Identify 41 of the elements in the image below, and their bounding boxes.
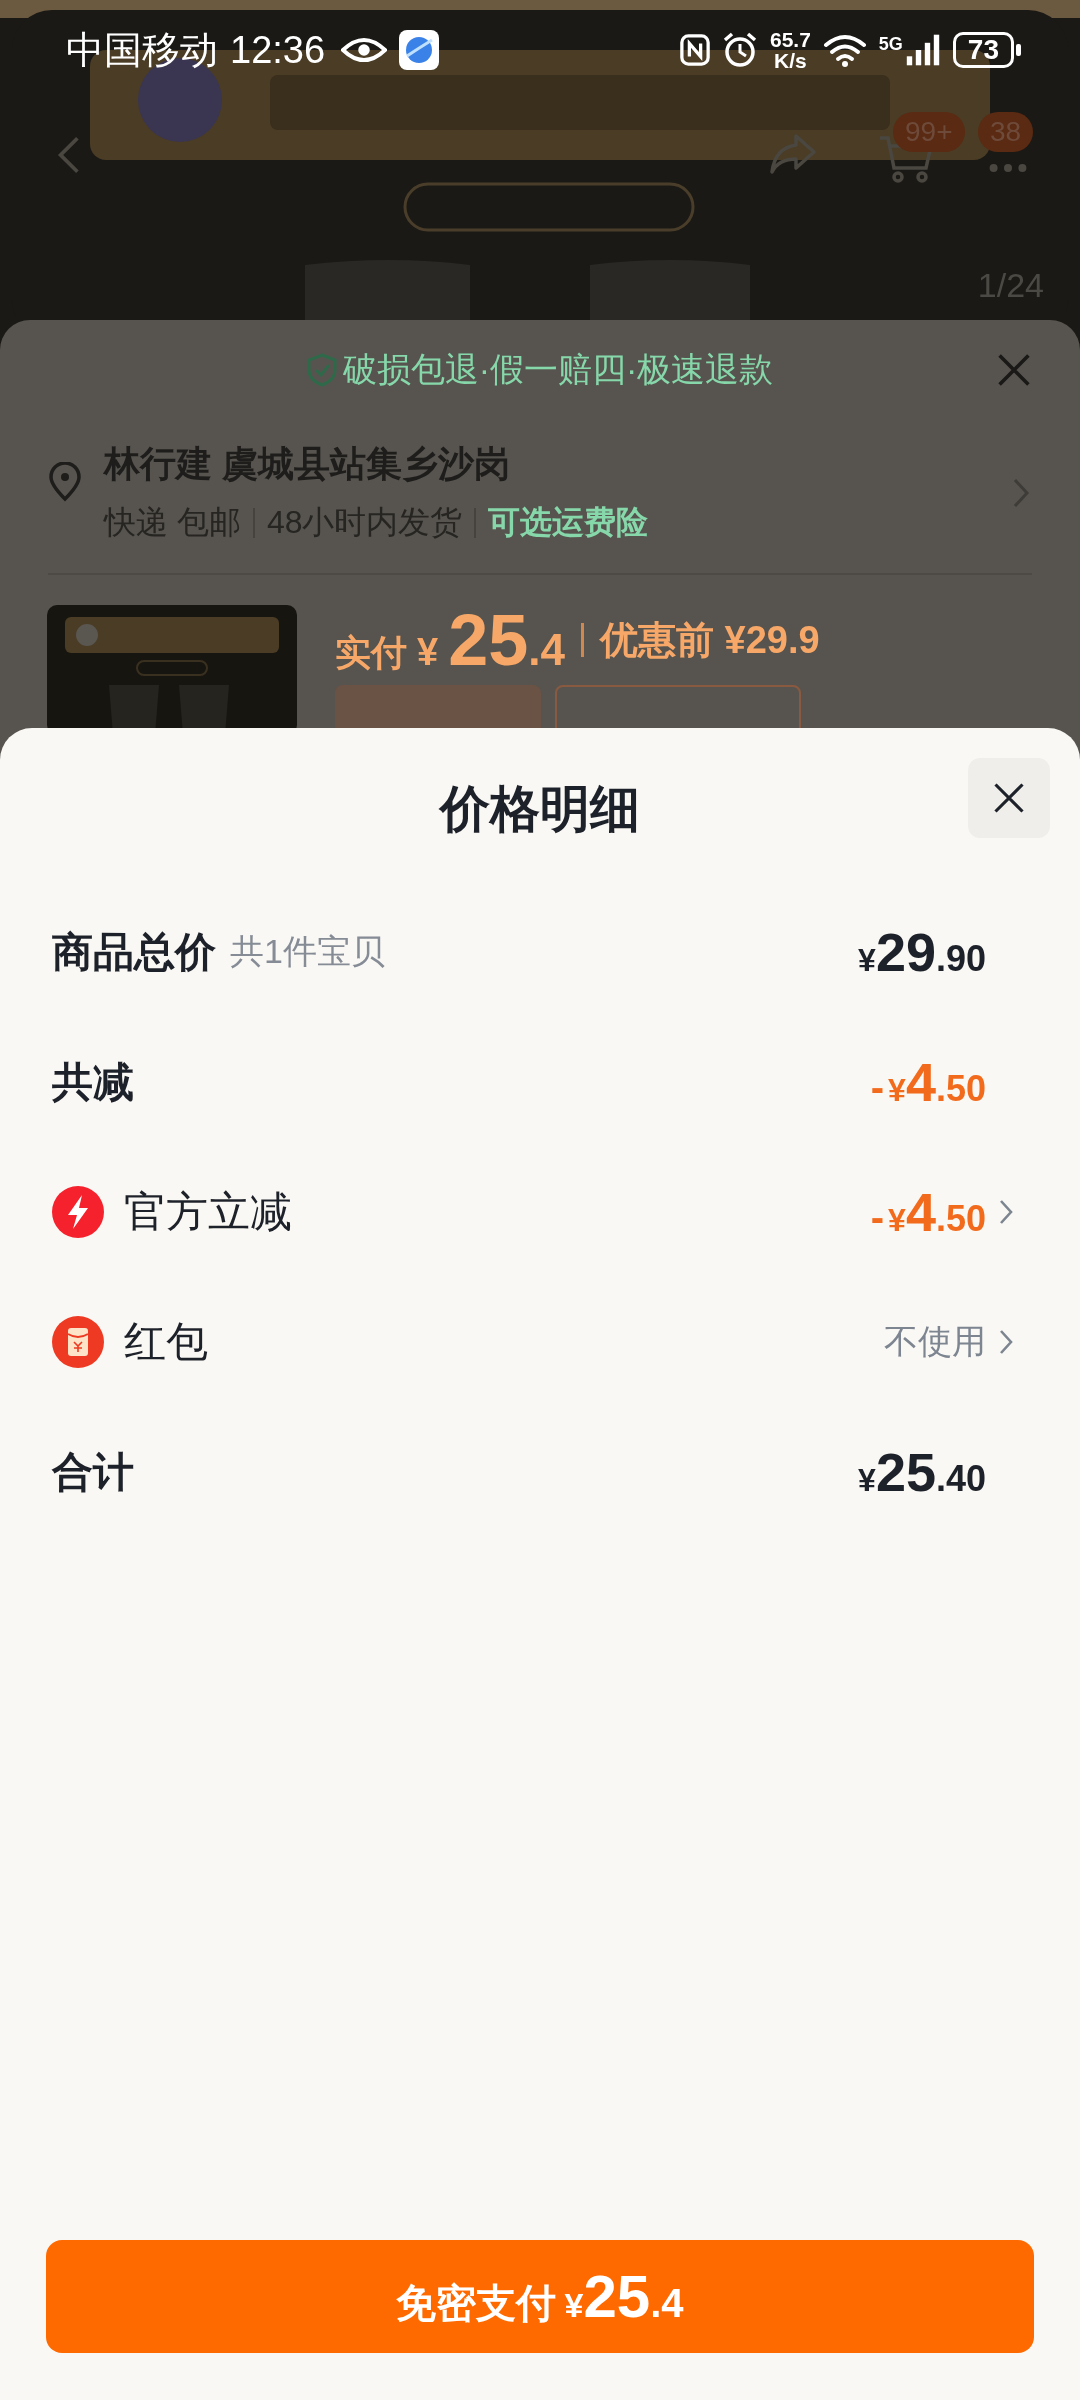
- shield-check-icon: [306, 353, 337, 387]
- row-value[interactable]: 不使用: [884, 1319, 986, 1365]
- pay-button[interactable]: 免密支付 ¥25.4: [46, 2240, 1034, 2353]
- carrier-name: 中国移动: [66, 27, 218, 73]
- row-label: 共减: [52, 1057, 134, 1107]
- chevron-icon[interactable]: [998, 1198, 1014, 1226]
- chevron-icon[interactable]: [1012, 476, 1030, 509]
- location-pin-icon: [48, 462, 82, 502]
- speed-unit: K/s: [774, 50, 807, 71]
- network-speed: 65.7: [769, 29, 811, 50]
- original-price: 优惠前 ¥29.9: [599, 617, 820, 663]
- app-icon: [399, 30, 440, 70]
- discount-amount: -¥4.50: [870, 1181, 986, 1243]
- price-amount: ¥25.40: [858, 1441, 986, 1503]
- row-label: 官方立减: [124, 1187, 292, 1237]
- more-icon[interactable]: [988, 162, 1028, 174]
- lightning-icon: [52, 1186, 104, 1238]
- address-name: 林行建 虞城县站集乡沙岗: [104, 442, 511, 486]
- envelope-icon: [52, 1316, 104, 1368]
- guarantee-text: 破损包退·假一赔四·极速退款: [342, 349, 774, 390]
- sheet-title: 价格明细: [440, 780, 640, 839]
- item-count: 共1件宝贝: [230, 931, 385, 972]
- close-icon[interactable]: [996, 352, 1032, 388]
- signal-icon: [904, 34, 941, 66]
- battery-level: 73: [952, 32, 1022, 68]
- nfc-icon: [679, 33, 710, 67]
- row-label: 商品总价: [52, 927, 216, 977]
- alarm-clock-icon: [721, 32, 758, 68]
- close-button[interactable]: [968, 758, 1050, 838]
- paid-price: 实付 ¥25.4: [335, 599, 565, 681]
- row-label: 红包: [124, 1317, 208, 1367]
- discount-amount: -¥4.50: [870, 1051, 986, 1113]
- price-amount: ¥29.90: [858, 921, 986, 983]
- clock-time: 12:36: [230, 28, 326, 72]
- row-label: 合计: [52, 1447, 134, 1497]
- wifi-icon: [822, 33, 867, 67]
- share-icon[interactable]: [768, 132, 818, 176]
- chevron-icon[interactable]: [998, 1328, 1014, 1356]
- network-type: 5G: [878, 34, 903, 55]
- delivery-info[interactable]: 可选运费险: [488, 501, 649, 545]
- eye-icon: [341, 35, 388, 65]
